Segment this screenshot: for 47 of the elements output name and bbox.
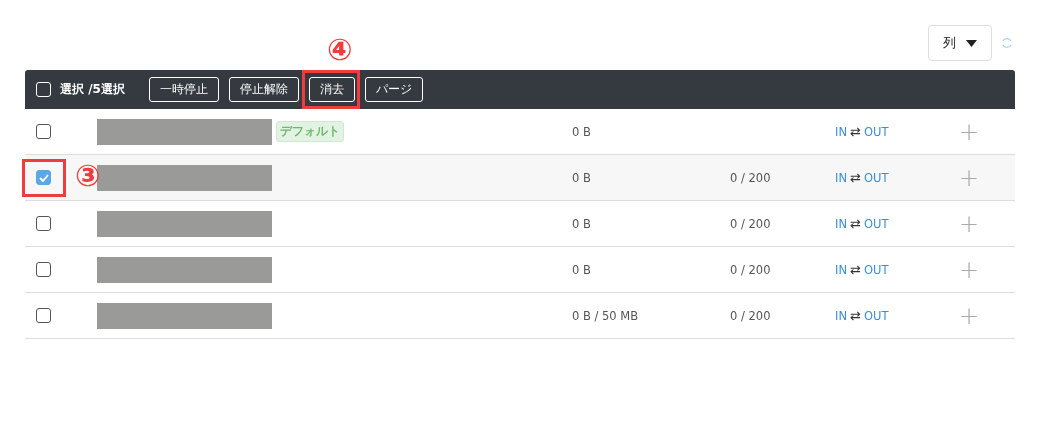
callout-number: ④ [326,35,353,65]
expand-button[interactable]: + [959,165,980,190]
swap-arrow: ⇄ [850,262,861,277]
size-text: 0 B [572,262,591,277]
out-link[interactable]: OUT [863,216,889,231]
count-text: 0 / 200 [730,262,771,277]
row-checkbox[interactable] [36,308,51,323]
count-text: 0 / 200 [730,308,771,323]
callout-number: ③ [75,161,101,191]
row-checkbox[interactable] [36,216,51,231]
in-link[interactable]: IN [835,170,847,185]
size-text: 0 B [572,170,591,185]
swap-arrow: ⇄ [850,124,861,139]
highlight-box [302,70,360,109]
size-text: 0 B [572,124,591,139]
swap-arrow: ⇄ [850,170,861,185]
in-link[interactable]: IN [835,216,847,231]
count-text: 0 / 200 [730,216,771,231]
swap-arrow: ⇄ [850,308,861,323]
out-link[interactable]: OUT [863,262,889,277]
out-link[interactable]: OUT [863,308,889,323]
row-checkbox[interactable] [36,262,51,277]
action-button[interactable]: パージ [365,77,423,102]
selection-label: 選択 /5選択 [60,81,126,98]
row-checkbox[interactable] [36,124,51,139]
count-text: 0 / 200 [730,170,771,185]
in-link[interactable]: IN [835,262,847,277]
out-link[interactable]: OUT [863,170,889,185]
expand-button[interactable]: + [959,303,980,328]
swap-arrow: ⇄ [850,216,861,231]
select-all-checkbox[interactable] [36,82,51,97]
expand-button[interactable]: + [959,119,980,144]
caret-icon [966,39,977,47]
default-tag: デフォルト [276,121,344,142]
size-text: 0 B / 50 MB [572,308,639,323]
highlight-box [22,159,66,197]
expand-button[interactable]: + [959,257,980,282]
action-button[interactable]: 停止解除 [229,77,299,102]
row-checkbox[interactable] [36,170,51,185]
action-button[interactable]: 一時停止 [149,77,219,102]
size-text: 0 B [572,216,591,231]
in-link[interactable]: IN [835,124,847,139]
columns-dropdown[interactable]: 列 [928,25,992,61]
action-button[interactable]: 消去 [309,77,355,102]
out-link[interactable]: OUT [863,124,889,139]
expand-button[interactable]: + [959,211,980,236]
in-link[interactable]: IN [835,308,847,323]
